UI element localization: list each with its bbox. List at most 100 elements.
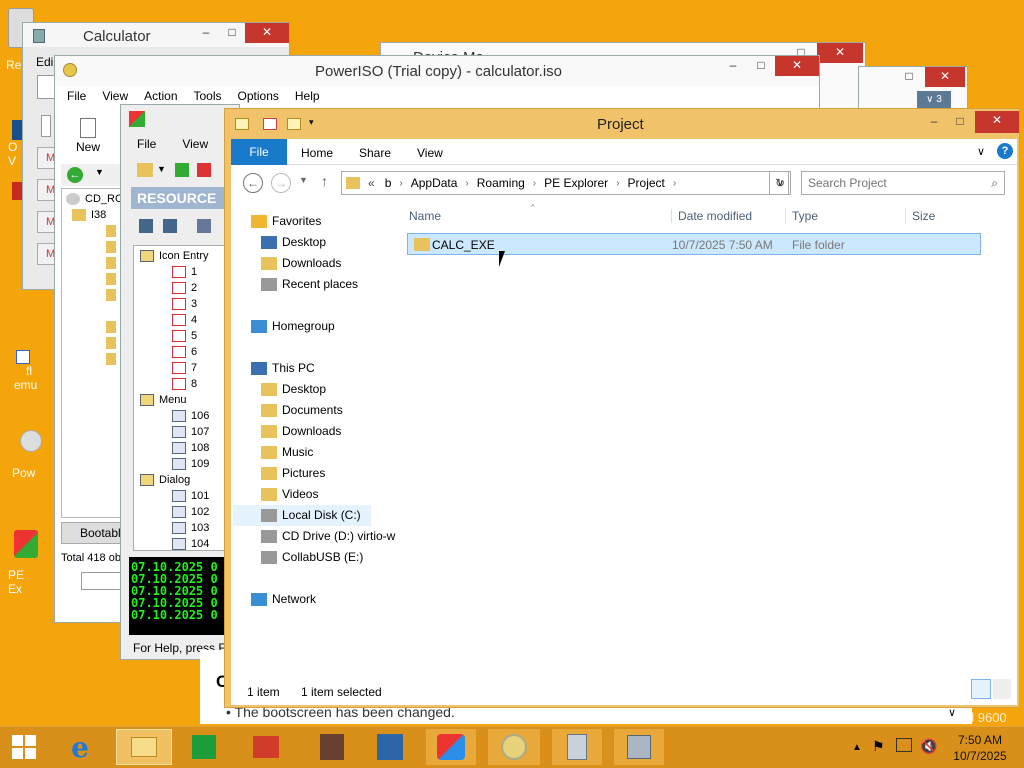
tree-item[interactable]: 107 — [172, 424, 209, 440]
tree-item[interactable]: 101 — [172, 488, 209, 504]
taskbar-poweriso[interactable] — [488, 729, 540, 765]
pe-explorer-window[interactable]: File View ▼ RESOURCE Icon Entry 1 2 3 4 5 6 7 8 M… — [120, 104, 241, 660]
tree-item[interactable]: 108 — [172, 440, 209, 456]
address-bar[interactable]: « b › AppData › Roaming › PE Explorer › Proj… — [341, 171, 789, 195]
breadcrumb-item[interactable]: PE Explorer — [544, 176, 608, 190]
column-date[interactable]: Date modified — [671, 209, 752, 223]
save-icon[interactable] — [139, 219, 153, 233]
refresh-icon[interactable] — [175, 163, 189, 177]
taskbar-calculator[interactable] — [552, 729, 602, 765]
nav-item[interactable]: Music — [261, 442, 313, 463]
file-row[interactable]: CALC_EXE 10/7/2025 7:50 AM File folder — [407, 233, 981, 255]
chevron-down-icon[interactable]: ▼ — [95, 167, 104, 177]
maximize-button[interactable]: □ — [219, 23, 245, 43]
tree-root[interactable]: CD_RO — [66, 191, 124, 207]
nav-item[interactable]: CD Drive (D:) virtio-w — [261, 526, 395, 547]
column-type[interactable]: Type — [785, 209, 818, 223]
menu-view[interactable]: View — [94, 89, 136, 103]
volume-muted-icon[interactable]: 🔇 — [920, 738, 937, 755]
poweriso-titlebar[interactable]: PowerISO (Trial copy) - calculator.iso –… — [55, 56, 819, 86]
tree-group[interactable]: Icon Entry — [140, 248, 209, 264]
minimize-button[interactable]: – — [921, 112, 947, 132]
taskbar-virtualbox[interactable] — [370, 729, 410, 765]
chevron-down-icon[interactable]: ▾ — [309, 117, 314, 128]
breadcrumb-item[interactable]: Project — [628, 176, 665, 190]
nav-item[interactable]: CollabUSB (E:) — [261, 547, 363, 568]
chevron-right-icon[interactable]: › — [533, 178, 536, 189]
bottom-input[interactable] — [81, 572, 121, 590]
search-input[interactable] — [808, 173, 978, 193]
chevron-down-icon[interactable]: ▼ — [299, 175, 308, 185]
tray-chevron-up-icon[interactable]: ▲ — [852, 742, 862, 753]
column-size[interactable]: Size — [905, 209, 935, 223]
calculator-menu-edit[interactable]: Edi — [36, 55, 53, 69]
chevron-down-icon[interactable]: ▼ — [157, 164, 166, 174]
chevron-right-icon[interactable]: › — [465, 178, 468, 189]
tab-view[interactable]: View — [417, 146, 443, 160]
tree-item[interactable]: 2 — [172, 280, 197, 296]
search-box[interactable]: ⌕ — [801, 171, 1005, 195]
tree-item[interactable]: 104 — [172, 536, 209, 550]
tree-group[interactable]: Menu — [140, 392, 187, 408]
column-name[interactable]: Name — [409, 209, 441, 223]
tree-item[interactable]: 3 — [172, 296, 197, 312]
flag-icon[interactable]: ⚑ — [872, 738, 885, 755]
nav-item[interactable]: Desktop — [261, 379, 326, 400]
tree-item[interactable]: 1 — [172, 264, 197, 280]
nav-item[interactable]: Documents — [261, 400, 343, 421]
taskbar-device-manager[interactable] — [614, 729, 664, 765]
nav-item[interactable]: Homegroup — [251, 316, 335, 337]
start-button[interactable] — [2, 729, 46, 765]
menu-file[interactable]: File — [129, 137, 174, 151]
taskbar-explorer[interactable] — [116, 729, 172, 765]
details-view-icon[interactable] — [971, 679, 991, 699]
menu-help[interactable]: Help — [287, 89, 328, 103]
nav-item[interactable]: This PC — [251, 358, 315, 379]
taskbar-app[interactable] — [312, 729, 352, 765]
large-icons-view-icon[interactable] — [993, 679, 1011, 699]
open-icon[interactable] — [137, 163, 153, 177]
tree-item[interactable]: 106 — [172, 408, 209, 424]
chevron-down-icon[interactable]: ∨ 3 — [917, 91, 951, 109]
search-icon[interactable]: ⌕ — [991, 176, 998, 191]
nav-item[interactable]: Downloads — [261, 421, 341, 442]
forward-button[interactable]: → — [271, 173, 291, 193]
calculator-titlebar[interactable]: Calculator – □ ✕ — [23, 23, 289, 47]
back-button[interactable]: ← — [243, 173, 263, 193]
tree-item[interactable]: 102 — [172, 504, 209, 520]
save-all-icon[interactable] — [163, 219, 177, 233]
explorer-titlebar[interactable]: ▾ Project – □ ✕ — [225, 109, 1019, 139]
close-button[interactable]: ✕ — [245, 23, 289, 43]
maximize-button[interactable]: □ — [747, 56, 775, 76]
nav-item[interactable]: Favorites — [251, 211, 321, 232]
tab-share[interactable]: Share — [359, 146, 391, 160]
chevron-right-icon[interactable]: › — [399, 178, 402, 189]
nav-item[interactable]: Network — [251, 589, 316, 610]
calculator-key[interactable] — [41, 115, 51, 137]
menu-tools[interactable]: Tools — [186, 89, 230, 103]
close-button[interactable]: ✕ — [817, 43, 863, 63]
nav-item[interactable]: Videos — [261, 484, 318, 505]
minimize-button[interactable]: – — [719, 56, 747, 76]
menu-options[interactable]: Options — [230, 89, 287, 103]
refresh-button[interactable]: ↻ — [769, 171, 791, 195]
tree-group[interactable]: Dialog — [140, 472, 190, 488]
desktop-icon-pe[interactable]: PE Ex — [8, 530, 40, 596]
menu-view[interactable]: View — [174, 137, 216, 151]
close-button[interactable]: ✕ — [975, 111, 1019, 133]
maximize-button[interactable]: □ — [895, 67, 923, 87]
desktop-icon-pow[interactable]: Pow — [10, 430, 42, 480]
new-button[interactable]: New — [65, 114, 111, 160]
minimize-button[interactable]: – — [193, 23, 219, 43]
help-icon[interactable]: ? — [997, 143, 1013, 159]
delete-icon[interactable] — [197, 163, 211, 177]
tree-item[interactable]: 6 — [172, 344, 197, 360]
new-folder-icon[interactable] — [287, 118, 301, 130]
taskbar-store[interactable] — [184, 729, 224, 765]
desktop-icon-fl[interactable]: fl emu — [10, 350, 40, 392]
menu-action[interactable]: Action — [136, 89, 185, 103]
close-button[interactable]: ✕ — [925, 67, 965, 87]
edit-icon[interactable] — [197, 219, 211, 233]
menu-file[interactable]: File — [59, 89, 94, 103]
nav-item[interactable]: Pictures — [261, 463, 325, 484]
